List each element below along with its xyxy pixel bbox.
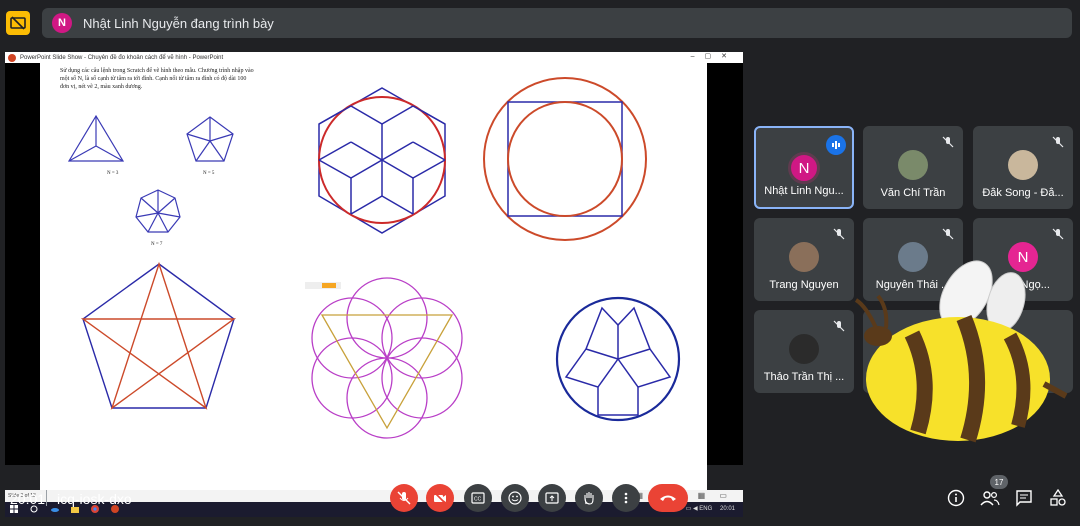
divider bbox=[46, 490, 47, 506]
activities-icon bbox=[1050, 489, 1066, 506]
present-screen-icon bbox=[545, 492, 559, 504]
bottom-control-bar: 20:01 icq-iosk-dxo CC bbox=[0, 470, 1080, 526]
chat-icon bbox=[1016, 490, 1032, 507]
label-n5: N = 5 bbox=[203, 171, 215, 176]
bee-sticker-image bbox=[854, 260, 1068, 443]
people-button[interactable] bbox=[979, 487, 1001, 509]
people-icon bbox=[980, 491, 1000, 506]
raise-hand-button[interactable] bbox=[575, 484, 603, 512]
reactions-button[interactable] bbox=[501, 484, 529, 512]
camera-off-icon bbox=[433, 491, 447, 505]
mic-off-icon bbox=[1052, 228, 1064, 240]
participant-tile[interactable]: Trang Nguyen bbox=[754, 218, 854, 301]
shared-screen: PowerPoint Slide Show - Chuyên đề đo kho… bbox=[5, 52, 743, 517]
svg-text:CC: CC bbox=[474, 497, 482, 503]
participant-tile[interactable]: Thảo Trần Thị ... bbox=[754, 310, 854, 393]
figure-circle-rhombi bbox=[555, 296, 681, 422]
mic-off-icon bbox=[833, 228, 845, 240]
participant-name: Thảo Trần Thị ... bbox=[763, 371, 845, 383]
figure-n3 bbox=[67, 114, 125, 162]
figure-n7 bbox=[135, 189, 181, 233]
participant-name: Đắk Song - Đắ... bbox=[982, 187, 1064, 199]
slide-figures: N = 3 N = 5 N = 7 bbox=[67, 77, 681, 439]
participant-tile[interactable]: Đắk Song - Đắ... bbox=[973, 126, 1073, 209]
chat-button[interactable] bbox=[1013, 487, 1035, 509]
powerpoint-title: PowerPoint Slide Show - Chuyên đề đo kho… bbox=[20, 54, 224, 61]
people-count-badge: 17 bbox=[990, 475, 1008, 489]
label-n7: N = 7 bbox=[151, 242, 163, 247]
meeting-clock: 20:01 bbox=[10, 491, 46, 507]
more-options-button[interactable] bbox=[612, 484, 640, 512]
mic-off-icon bbox=[942, 228, 954, 240]
participant-tile[interactable]: Văn Chí Trần bbox=[863, 126, 963, 209]
presenter-banner: N Nhật Linh Nguyễn đang trình bày bbox=[42, 8, 1072, 38]
figure-circle-square bbox=[483, 77, 647, 241]
window-controls[interactable]: –▢✕ bbox=[691, 52, 737, 60]
captions-icon: CC bbox=[471, 492, 485, 504]
hand-icon bbox=[584, 492, 594, 505]
leave-call-button[interactable] bbox=[648, 484, 688, 512]
presenter-avatar: N bbox=[52, 13, 72, 33]
label-n3: N = 3 bbox=[107, 171, 119, 176]
mic-off-icon bbox=[397, 491, 411, 505]
speaking-indicator-icon bbox=[826, 135, 846, 155]
powerpoint-logo-icon bbox=[8, 53, 16, 62]
captions-button[interactable]: CC bbox=[464, 484, 492, 512]
avatar bbox=[1008, 150, 1038, 180]
camera-off-button[interactable] bbox=[426, 484, 454, 512]
stop-presenting-icon[interactable] bbox=[6, 11, 30, 35]
top-bar: N Nhật Linh Nguyễn đang trình bày bbox=[0, 0, 1080, 46]
slide-canvas: Sử dụng các câu lệnh trong Scratch để vẽ… bbox=[40, 63, 707, 490]
hang-up-icon bbox=[660, 495, 676, 501]
mic-off-icon bbox=[833, 320, 845, 332]
participant-name: Văn Chí Trần bbox=[880, 187, 946, 199]
figure-n5 bbox=[186, 116, 234, 162]
meeting-code: icq-iosk-dxo bbox=[57, 491, 132, 507]
avatar bbox=[789, 334, 819, 364]
presenter-text: Nhật Linh Nguyễn đang trình bày bbox=[83, 15, 274, 31]
figure-circle-flower bbox=[311, 277, 463, 439]
emoji-icon bbox=[508, 491, 522, 505]
figure-hexagon-cubes bbox=[318, 87, 446, 234]
mic-off-button[interactable] bbox=[390, 484, 418, 512]
mic-off-icon bbox=[1052, 136, 1064, 148]
powerpoint-titlebar: PowerPoint Slide Show - Chuyên đề đo kho… bbox=[5, 52, 743, 63]
activities-button[interactable] bbox=[1047, 487, 1069, 509]
avatar bbox=[898, 150, 928, 180]
mic-off-icon bbox=[942, 136, 954, 148]
more-vert-icon bbox=[624, 492, 628, 504]
participant-name: Trang Nguyen bbox=[769, 279, 839, 291]
meeting-details-button[interactable] bbox=[945, 487, 967, 509]
avatar bbox=[789, 242, 819, 272]
participant-tile[interactable]: N Nhật Linh Ngu... bbox=[754, 126, 854, 209]
avatar: N bbox=[788, 152, 820, 184]
info-icon bbox=[947, 489, 965, 507]
participant-name: Nhật Linh Ngu... bbox=[764, 185, 844, 197]
present-button[interactable] bbox=[538, 484, 566, 512]
figure-pentagon-star bbox=[80, 261, 237, 410]
